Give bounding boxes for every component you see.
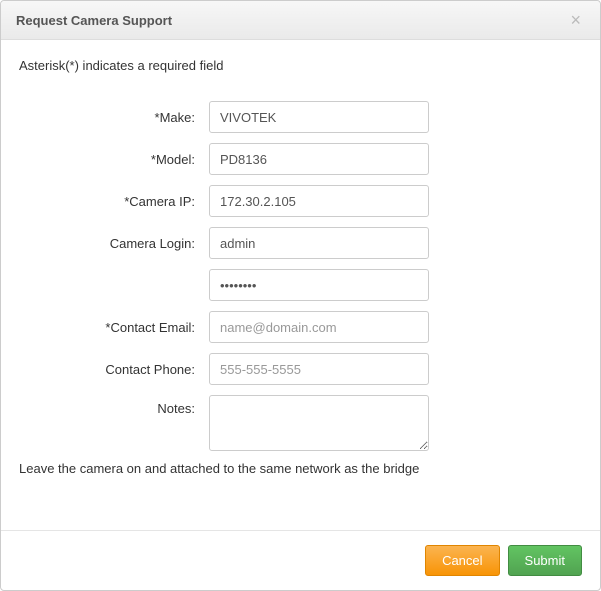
contact-phone-label: Contact Phone:	[19, 362, 209, 377]
submit-button[interactable]: Submit	[508, 545, 582, 576]
make-row: *Make:	[19, 101, 582, 133]
camera-ip-row: *Camera IP:	[19, 185, 582, 217]
camera-ip-label: *Camera IP:	[19, 194, 209, 209]
camera-password-row	[19, 269, 582, 301]
model-label: *Model:	[19, 152, 209, 167]
camera-ip-input[interactable]	[209, 185, 429, 217]
make-input[interactable]	[209, 101, 429, 133]
notes-row: Notes:	[19, 395, 582, 451]
contact-phone-row: Contact Phone:	[19, 353, 582, 385]
cancel-button[interactable]: Cancel	[425, 545, 499, 576]
camera-login-user-input[interactable]	[209, 227, 429, 259]
contact-email-row: *Contact Email:	[19, 311, 582, 343]
contact-email-input[interactable]	[209, 311, 429, 343]
contact-phone-input[interactable]	[209, 353, 429, 385]
modal-title: Request Camera Support	[16, 13, 172, 28]
contact-email-label: *Contact Email:	[19, 320, 209, 335]
camera-login-label: Camera Login:	[19, 236, 209, 251]
make-label: *Make:	[19, 110, 209, 125]
request-camera-support-modal: Request Camera Support × Asterisk(*) ind…	[0, 0, 601, 591]
camera-login-row: Camera Login:	[19, 227, 582, 259]
model-input[interactable]	[209, 143, 429, 175]
required-field-note: Asterisk(*) indicates a required field	[19, 58, 582, 73]
modal-footer: Cancel Submit	[1, 530, 600, 590]
model-row: *Model:	[19, 143, 582, 175]
camera-login-pass-input[interactable]	[209, 269, 429, 301]
notes-label: Notes:	[19, 395, 209, 416]
modal-body: Asterisk(*) indicates a required field *…	[1, 40, 600, 530]
instruction-text: Leave the camera on and attached to the …	[19, 461, 582, 476]
modal-header: Request Camera Support ×	[1, 1, 600, 40]
close-icon[interactable]: ×	[566, 11, 585, 29]
notes-textarea[interactable]	[209, 395, 429, 451]
